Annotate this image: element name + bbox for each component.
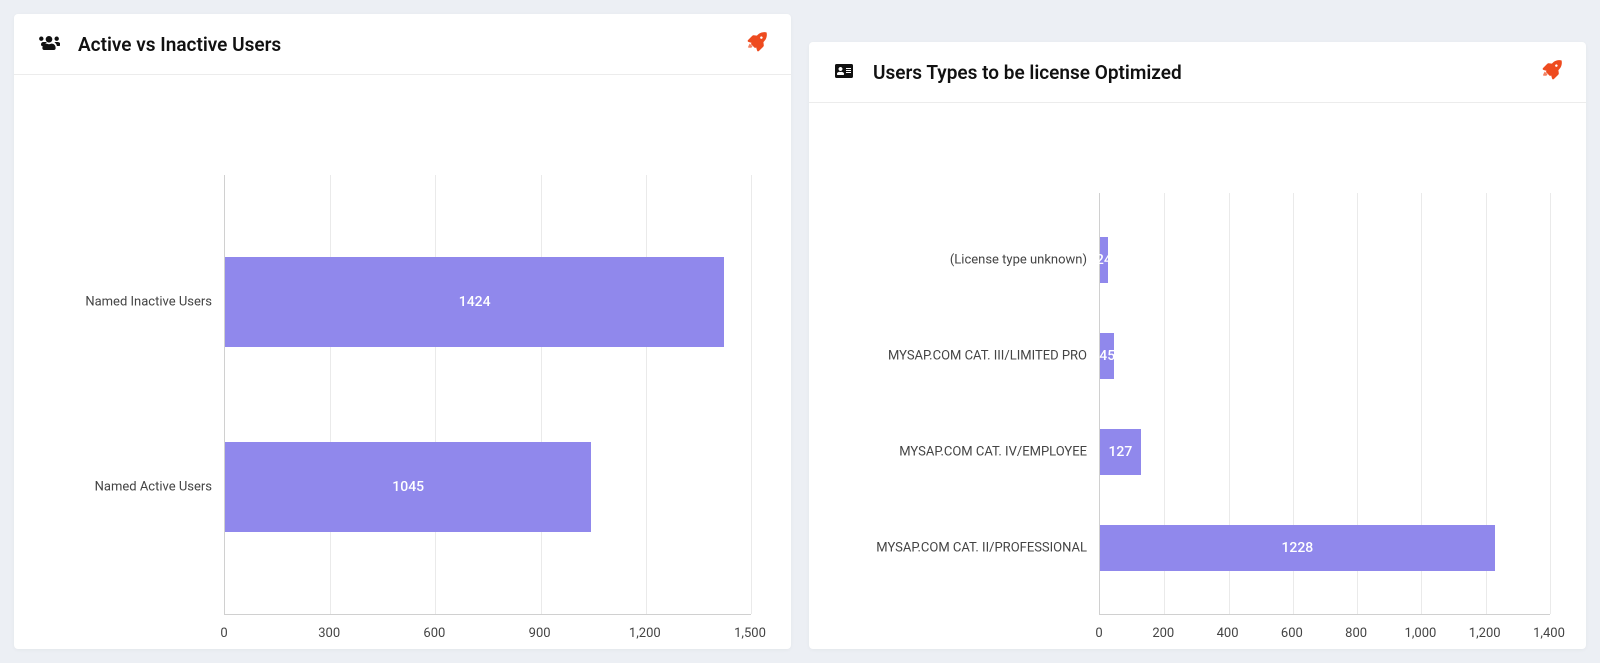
bar-value-label: 24: [1096, 252, 1112, 268]
chart-bar[interactable]: 1228: [1100, 525, 1495, 571]
bar-value-label: 127: [1108, 444, 1132, 460]
card-title: Active vs Inactive Users: [78, 33, 747, 56]
people-icon: [38, 32, 60, 56]
x-tick-label: 600: [423, 626, 445, 641]
card-header: Active vs Inactive Users: [14, 14, 791, 75]
y-category-label: Named Active Users: [14, 480, 212, 495]
card-license-optimized: Users Types to be license Optimized 24 45…: [809, 42, 1586, 649]
bar-value-label: 1228: [1281, 540, 1313, 556]
x-tick-label: 800: [1345, 626, 1367, 641]
chart-bar[interactable]: 127: [1100, 429, 1141, 475]
chart-license-optimized: 24 45 127 1228 0 200 400 600 800 1,000 1,200 1,400 (…: [809, 103, 1586, 649]
x-tick-label: 1,500: [734, 626, 766, 641]
card-title: Users Types to be license Optimized: [873, 61, 1542, 84]
x-tick-label: 1,400: [1533, 626, 1565, 641]
y-category-label: MYSAP.COM CAT. III/LIMITED PRO: [809, 348, 1087, 363]
x-tick-label: 1,200: [629, 626, 661, 641]
x-tick-label: 0: [220, 626, 227, 641]
y-category-label: (License type unknown): [809, 252, 1087, 267]
x-tick-label: 300: [318, 626, 340, 641]
chart-bar[interactable]: 24: [1100, 237, 1108, 283]
y-category-label: MYSAP.COM CAT. IV/EMPLOYEE: [809, 444, 1087, 459]
card-header: Users Types to be license Optimized: [809, 42, 1586, 103]
chart-active-vs-inactive: 1424 1045 0 300 600 900 1,200 1,500 Named Inacti…: [14, 75, 791, 649]
x-tick-label: 0: [1095, 626, 1102, 641]
bar-value-label: 45: [1099, 348, 1115, 364]
x-tick-label: 900: [529, 626, 551, 641]
idcard-icon: [833, 60, 855, 84]
chart-body: 1424 1045 0 300 600 900 1,200 1,500 Named Inacti…: [14, 75, 791, 649]
bar-value-label: 1424: [459, 294, 491, 310]
chart-bar[interactable]: 1424: [225, 257, 724, 347]
chart-bar[interactable]: 1045: [225, 442, 591, 532]
rocket-icon[interactable]: [1542, 60, 1562, 84]
y-category-label: Named Inactive Users: [14, 295, 212, 310]
chart-bar[interactable]: 45: [1100, 333, 1114, 379]
x-tick-label: 1,000: [1405, 626, 1437, 641]
rocket-icon[interactable]: [747, 32, 767, 56]
x-tick-label: 400: [1217, 626, 1239, 641]
x-tick-label: 200: [1152, 626, 1174, 641]
card-active-vs-inactive: Active vs Inactive Users 1424 1045 0 300 600…: [14, 14, 791, 649]
chart-body: 24 45 127 1228 0 200 400 600 800 1,000 1,200 1,400 (…: [809, 103, 1586, 649]
bar-value-label: 1045: [392, 479, 424, 495]
y-category-label: MYSAP.COM CAT. II/PROFESSIONAL: [809, 540, 1087, 555]
x-tick-label: 1,200: [1469, 626, 1501, 641]
x-tick-label: 600: [1281, 626, 1303, 641]
